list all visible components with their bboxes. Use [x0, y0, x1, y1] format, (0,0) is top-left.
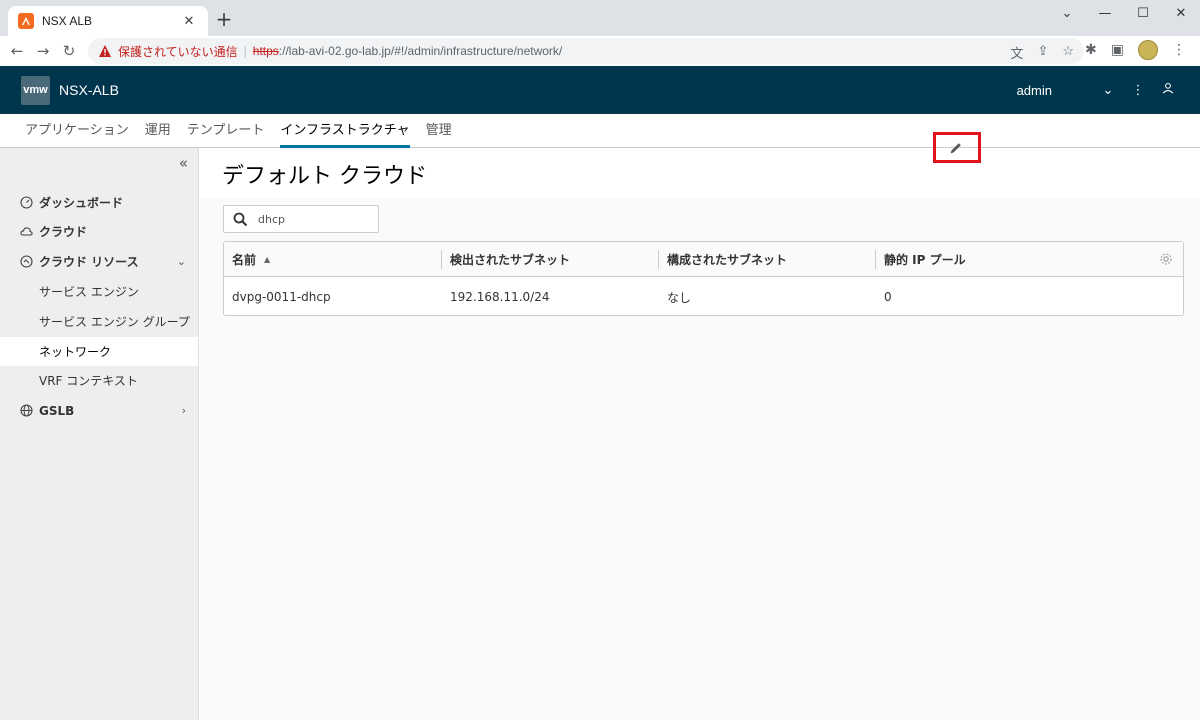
cell-static-ip-pool: 0 [884, 290, 892, 304]
sidebar-item-label: クラウド リソース [39, 255, 139, 269]
sidebar-item-cloud[interactable]: クラウド [0, 217, 198, 246]
search-icon [233, 212, 248, 226]
nav-administration[interactable]: 管理 [426, 114, 452, 148]
insecure-label: 保護されていない通信 [118, 44, 238, 59]
dashboard-icon [20, 196, 33, 209]
cell-configured-subnet: なし [667, 290, 692, 305]
maximize-button[interactable]: ☐ [1124, 0, 1162, 26]
top-nav: アプリケーション 運用 テンプレート インフラストラクチャ 管理 [0, 114, 1200, 148]
browser-tab[interactable]: NSX ALB ✕ [8, 6, 208, 36]
user-icon[interactable] [1160, 82, 1176, 98]
toolbar-extensions: ✱ ▣ ⋮ [1085, 40, 1186, 60]
sidebar-item-vrf-contexts[interactable]: VRF コンテキスト [0, 366, 198, 395]
sort-ascending-icon[interactable]: ▲ [264, 255, 270, 264]
chevron-down-icon: ⌄ [176, 255, 186, 268]
cell-name: dvpg-0011-dhcp [232, 290, 331, 304]
chevron-right-icon: › [181, 404, 186, 417]
nsx-favicon-icon [18, 13, 34, 29]
tab-close-icon[interactable]: ✕ [180, 14, 198, 29]
sidebar-item-gslb[interactable]: GSLB › [0, 396, 198, 425]
more-vertical-icon[interactable]: ⋮ [1130, 83, 1146, 98]
forward-button[interactable]: → [30, 42, 56, 60]
sidebar-item-label: ダッシュボード [39, 196, 124, 210]
sidebar: « ダッシュボード クラウド クラウド リソース ⌄ サービス エンジン サービ… [0, 148, 199, 720]
main-content: デフォルト クラウド 名前 ▲ 検出されたサブネット 構成されたサブネット 静的… [200, 148, 1200, 720]
extensions-icon[interactable]: ✱ [1085, 42, 1097, 58]
column-settings-gear-icon[interactable] [1159, 252, 1173, 266]
back-button[interactable]: ← [4, 42, 30, 60]
sidebar-item-dashboard[interactable]: ダッシュボード [0, 188, 198, 217]
browser-toolbar: ← → ↻ 保護されていない通信 | https ://lab-avi-02.g… [0, 36, 1200, 66]
bookmark-star-icon[interactable]: ☆ [1062, 43, 1074, 62]
grid-header: 名前 ▲ 検出されたサブネット 構成されたサブネット 静的 IP プール [224, 242, 1183, 277]
cloud-icon [20, 225, 33, 238]
share-icon[interactable]: ⇪ [1037, 43, 1048, 62]
browser-tabstrip: NSX ALB ✕ + ⌄ — ☐ ✕ [0, 0, 1200, 36]
reload-button[interactable]: ↻ [56, 42, 82, 60]
profile-avatar[interactable] [1138, 40, 1158, 60]
sidebar-item-service-engines[interactable]: サービス エンジン [0, 277, 198, 306]
window-controls: ⌄ — ☐ ✕ [1048, 0, 1200, 28]
url-separator: | [243, 44, 247, 58]
new-tab-button[interactable]: + [214, 9, 234, 29]
column-header-discovered-subnet[interactable]: 検出されたサブネット [442, 242, 570, 277]
search-input[interactable] [258, 212, 368, 226]
nav-templates[interactable]: テンプレート [187, 114, 265, 148]
close-window-button[interactable]: ✕ [1162, 0, 1200, 26]
column-header-static-ip-pool[interactable]: 静的 IP プール [876, 242, 966, 277]
search-box[interactable] [223, 205, 379, 233]
minimize-button[interactable]: — [1086, 0, 1124, 26]
sidebar-item-cloud-resources[interactable]: クラウド リソース ⌄ [0, 247, 198, 276]
edit-pencil-icon[interactable] [948, 140, 964, 156]
omnibox-actions: 文 ⇪ ☆ [1010, 43, 1074, 62]
app-header: vmw NSX-ALB admin ⌄ ⋮ [0, 66, 1200, 114]
side-panel-icon[interactable]: ▣ [1111, 42, 1124, 58]
globe-icon [20, 404, 33, 417]
page-title: デフォルト クラウド [222, 164, 427, 189]
networks-grid: 名前 ▲ 検出されたサブネット 構成されたサブネット 静的 IP プール dvp… [223, 241, 1184, 316]
url-text: ://lab-avi-02.go-lab.jp/#!/admin/infrast… [278, 44, 563, 58]
translate-icon[interactable]: 文 [1010, 43, 1023, 62]
nav-operations[interactable]: 運用 [145, 114, 171, 148]
vmw-logo: vmw [21, 75, 50, 105]
tab-title: NSX ALB [42, 14, 93, 28]
sidebar-item-label: クラウド [39, 225, 88, 239]
tab-search-icon[interactable]: ⌄ [1048, 0, 1086, 26]
collapse-sidebar-icon[interactable]: « [179, 154, 188, 172]
column-label: 名前 [232, 253, 257, 267]
browser-menu-icon[interactable]: ⋮ [1172, 42, 1186, 58]
nav-applications[interactable]: アプリケーション [25, 114, 129, 148]
header-actions: admin ⌄ ⋮ [1017, 66, 1176, 114]
url-scheme: https [252, 44, 279, 58]
table-row: dvpg-0011-dhcp 192.168.11.0/24 なし 0 [224, 278, 1183, 316]
sidebar-item-service-engine-groups[interactable]: サービス エンジン グループ [0, 307, 198, 336]
page-title-bar: デフォルト クラウド [200, 148, 1200, 198]
nav-infrastructure[interactable]: インフラストラクチャ [280, 114, 410, 148]
sidebar-item-label: GSLB [39, 403, 75, 418]
column-header-configured-subnet[interactable]: 構成されたサブネット [659, 242, 787, 277]
app-title: NSX-ALB [59, 82, 119, 98]
tenant-user-label[interactable]: admin [1017, 83, 1052, 98]
sidebar-item-networks[interactable]: ネットワーク [0, 337, 198, 366]
address-bar[interactable]: 保護されていない通信 | https ://lab-avi-02.go-lab.… [88, 38, 1084, 64]
cloud-resources-icon [20, 255, 33, 268]
column-header-name[interactable]: 名前 ▲ [224, 242, 270, 277]
cell-discovered-subnet: 192.168.11.0/24 [450, 290, 550, 304]
warning-icon [99, 45, 111, 57]
chevron-down-icon[interactable]: ⌄ [1100, 83, 1116, 98]
